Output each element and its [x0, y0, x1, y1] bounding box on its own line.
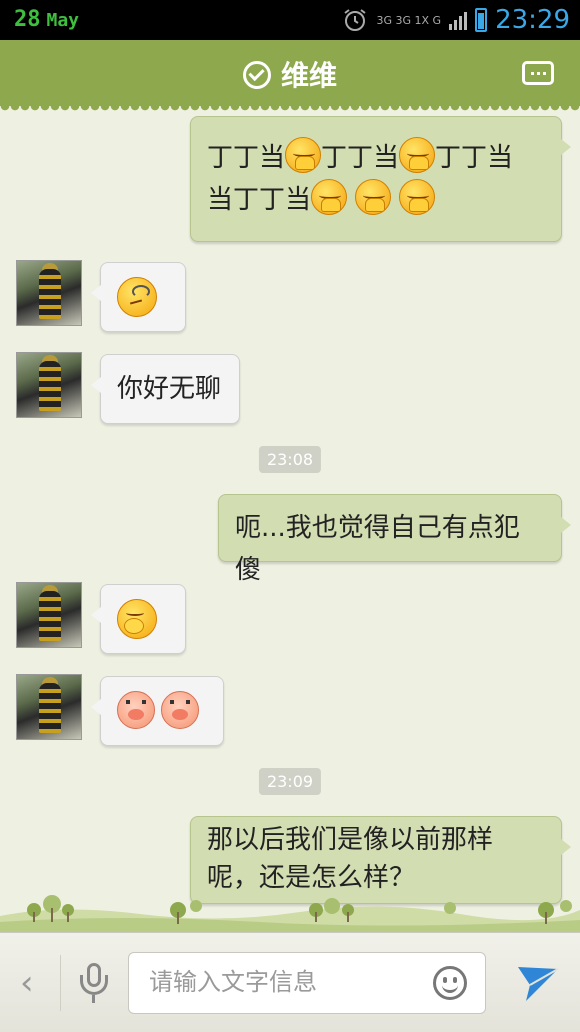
more-dots-icon	[530, 71, 534, 75]
message-input-box[interactable]	[128, 952, 486, 1014]
thinking-face-icon	[117, 277, 157, 317]
status-date: 28 May	[14, 7, 80, 32]
message-text: 那以后我们是像以前那样	[207, 825, 494, 855]
message-text: 你好无聊	[117, 374, 222, 404]
message-bubble-incoming[interactable]: 你好无聊	[91, 354, 240, 424]
shush-face-icon	[117, 599, 157, 639]
shy-face-icon	[285, 137, 322, 173]
microphone-icon[interactable]	[80, 963, 108, 1003]
message-text: 当丁丁当	[207, 185, 312, 215]
message-input[interactable]	[147, 967, 411, 997]
send-icon[interactable]	[516, 963, 560, 1003]
chat-title: 维维	[280, 59, 337, 92]
alarm-icon	[344, 9, 367, 31]
status-time: 23:29	[495, 5, 570, 35]
status-right: 3G 3G 1X G 23:29	[342, 4, 570, 36]
contact-avatar[interactable]	[16, 674, 82, 740]
network-indicator: 3G 3G 1X G	[376, 13, 442, 27]
chevron-left-icon[interactable]: ‹	[20, 963, 34, 1003]
signal-icon	[449, 10, 468, 30]
message-bubble-outgoing[interactable]: 丁丁当 丁丁当 丁丁当 当丁丁当	[190, 116, 571, 242]
message-timestamp: 23:08	[258, 446, 322, 473]
shy-face-icon	[399, 179, 436, 215]
more-menu-button[interactable]	[522, 61, 554, 85]
input-bar: ‹	[0, 932, 580, 1032]
shy-face-icon	[355, 179, 392, 215]
check-circle-icon	[242, 61, 271, 89]
pig-face-icon	[117, 691, 155, 729]
message-text: 呃...我也觉得自己有点犯傻	[235, 513, 520, 585]
message-bubble-incoming[interactable]	[91, 584, 186, 654]
message-text: 丁丁当	[435, 143, 514, 173]
divider	[60, 955, 61, 1011]
contact-avatar[interactable]	[16, 582, 82, 648]
contact-avatar[interactable]	[16, 260, 82, 326]
pig-face-icon	[161, 691, 199, 729]
battery-icon	[475, 8, 488, 32]
message-list[interactable]: 丁丁当 丁丁当 丁丁当 当丁丁当 你好无聊 23:08 呃...我也觉得自己有点犯傻…	[0, 106, 580, 932]
chat-title-wrap: 维维	[0, 54, 580, 94]
message-timestamp: 23:09	[258, 768, 322, 795]
emoji-icon[interactable]	[433, 966, 467, 1000]
chat-header: 维维	[0, 40, 580, 112]
message-bubble-incoming[interactable]	[91, 262, 186, 332]
message-bubble-incoming[interactable]	[91, 676, 224, 746]
shy-face-icon	[311, 179, 348, 215]
message-text: 丁丁当	[207, 143, 286, 173]
contact-avatar[interactable]	[16, 352, 82, 418]
message-text: 丁丁当	[321, 143, 400, 173]
landscape-decoration	[0, 895, 580, 932]
message-bubble-outgoing[interactable]: 呃...我也觉得自己有点犯傻	[218, 494, 571, 585]
shy-face-icon	[399, 137, 436, 173]
status-bar: 28 May 3G 3G 1X G 23:29	[0, 0, 580, 40]
